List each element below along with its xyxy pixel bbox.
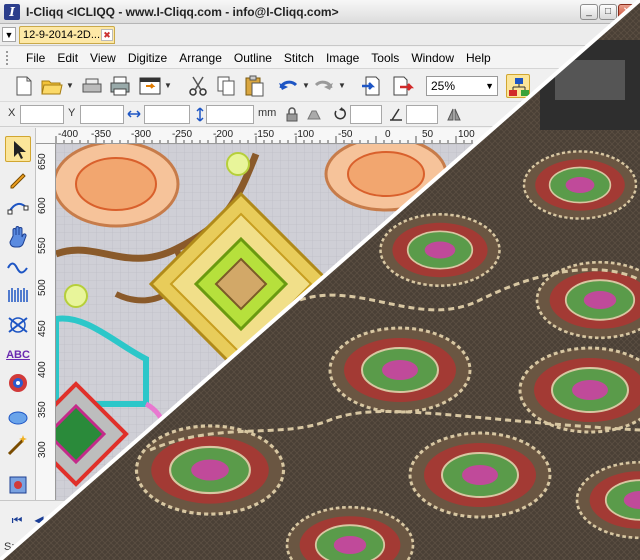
width-field[interactable] bbox=[144, 105, 190, 124]
ruler-v-label: 550 bbox=[37, 237, 48, 254]
undo-icon[interactable] bbox=[276, 74, 300, 98]
ruler-v-label: 300 bbox=[37, 441, 48, 458]
undo-dropdown-icon[interactable]: ▼ bbox=[302, 82, 310, 90]
tool-palette: ABC bbox=[0, 128, 36, 560]
stitch-order-icon[interactable] bbox=[506, 74, 530, 98]
x-label: X bbox=[8, 107, 16, 119]
vertical-ruler: 650 600 550 500 450 400 350 300 bbox=[36, 144, 56, 500]
ruler-h-label: -150 bbox=[254, 129, 275, 140]
ruler-h-label: -300 bbox=[131, 129, 152, 140]
ruler-v-label: 450 bbox=[37, 320, 48, 337]
window-title: I-Cliqq <ICLIQQ - www.I-Cliqq.com - info… bbox=[26, 5, 339, 19]
copy-icon[interactable] bbox=[214, 74, 238, 98]
chevron-down-icon: ▼ bbox=[485, 81, 494, 91]
menu-grip-icon[interactable] bbox=[6, 51, 10, 65]
y-label: Y bbox=[68, 107, 76, 119]
document-tab[interactable]: 12-9-2014-2D... ✖ bbox=[19, 26, 115, 44]
import-icon[interactable] bbox=[360, 74, 384, 98]
ruler-h-label: -50 bbox=[338, 129, 353, 140]
minimize-button[interactable]: _ bbox=[580, 4, 598, 20]
ruler-v-label: 600 bbox=[37, 197, 48, 214]
menu-image[interactable]: Image bbox=[320, 47, 365, 69]
reshape-pen-icon[interactable] bbox=[5, 166, 31, 192]
document-tab-bar: ▼ 12-9-2014-2D... ✖ bbox=[0, 24, 640, 46]
app-logo-icon: I bbox=[4, 4, 20, 20]
title-bar: I I-Cliqq <ICLIQQ - www.I-Cliqq.com - in… bbox=[0, 0, 640, 24]
ruler-h-label: -200 bbox=[213, 129, 234, 140]
y-position-field[interactable] bbox=[80, 105, 124, 124]
ruler-h-label: 50 bbox=[422, 129, 434, 140]
ruler-v-label: 400 bbox=[37, 361, 48, 378]
running-stitch-icon[interactable] bbox=[5, 254, 31, 280]
menu-tools[interactable]: Tools bbox=[365, 47, 405, 69]
ruler-h-label: -400 bbox=[58, 129, 79, 140]
slant-icon[interactable] bbox=[388, 106, 404, 123]
lock-proportions-icon[interactable] bbox=[284, 106, 300, 123]
magic-wand-icon[interactable] bbox=[5, 432, 31, 458]
sequin-icon[interactable] bbox=[5, 472, 31, 498]
lettering-icon[interactable]: ABC bbox=[5, 342, 31, 368]
new-document-icon[interactable] bbox=[12, 74, 36, 98]
first-page-icon[interactable]: ⏮ bbox=[8, 511, 26, 529]
menu-window[interactable]: Window bbox=[405, 47, 460, 69]
zoom-value: 25% bbox=[431, 79, 456, 93]
hand-pan-icon[interactable] bbox=[5, 224, 31, 250]
height-field[interactable] bbox=[206, 105, 254, 124]
maximize-button[interactable]: □ bbox=[599, 4, 617, 20]
redo-dropdown-icon[interactable]: ▼ bbox=[338, 82, 346, 90]
export-dropdown-icon[interactable]: ▼ bbox=[164, 82, 172, 90]
cut-icon[interactable] bbox=[186, 74, 210, 98]
ruler-h-label: 100 bbox=[458, 129, 475, 140]
node-edit-icon[interactable] bbox=[5, 194, 31, 220]
menu-bar: File Edit View Digitize Arrange Outline … bbox=[0, 47, 640, 69]
document-list-button[interactable]: ▼ bbox=[2, 27, 16, 42]
ruler-h-label: -350 bbox=[91, 129, 112, 140]
export-red-icon[interactable] bbox=[390, 74, 415, 98]
flip-horizontal-icon[interactable] bbox=[446, 106, 462, 123]
redo-icon[interactable] bbox=[312, 74, 336, 98]
menu-stitch[interactable]: Stitch bbox=[278, 47, 320, 69]
mirror-icon[interactable] bbox=[306, 106, 322, 123]
open-dropdown-icon[interactable]: ▼ bbox=[66, 82, 74, 90]
menu-arrange[interactable]: Arrange bbox=[173, 47, 228, 69]
export-icon[interactable] bbox=[138, 74, 162, 98]
satin-column-icon[interactable] bbox=[5, 282, 31, 308]
applique-icon[interactable] bbox=[5, 404, 31, 430]
unit-label: mm bbox=[258, 107, 277, 119]
menu-file[interactable]: File bbox=[20, 47, 51, 69]
open-folder-icon[interactable] bbox=[40, 74, 64, 98]
ruler-v-label: 500 bbox=[37, 279, 48, 296]
ruler-h-label: 0 bbox=[385, 129, 391, 140]
menu-edit[interactable]: Edit bbox=[51, 47, 84, 69]
paste-icon[interactable] bbox=[242, 74, 266, 98]
rotate-icon[interactable] bbox=[332, 106, 348, 123]
width-icon bbox=[126, 106, 142, 123]
menu-outline[interactable]: Outline bbox=[228, 47, 278, 69]
ruler-v-label: 350 bbox=[37, 401, 48, 418]
zoom-select[interactable]: 25% ▼ bbox=[426, 76, 498, 96]
document-tab-close-button[interactable]: ✖ bbox=[101, 29, 113, 41]
slant-angle-field[interactable] bbox=[406, 105, 438, 124]
document-tab-label: 12-9-2014-2D... bbox=[23, 29, 101, 41]
menu-digitize[interactable]: Digitize bbox=[122, 47, 173, 69]
scanner-icon[interactable] bbox=[80, 74, 104, 98]
x-position-field[interactable] bbox=[20, 105, 64, 124]
menu-view[interactable]: View bbox=[84, 47, 122, 69]
ruler-h-label: -100 bbox=[294, 129, 315, 140]
motif-icon[interactable] bbox=[5, 370, 31, 396]
pointer-icon[interactable] bbox=[5, 136, 31, 162]
print-icon[interactable] bbox=[108, 74, 132, 98]
fill-stitch-icon[interactable] bbox=[5, 312, 31, 338]
menu-help[interactable]: Help bbox=[460, 47, 497, 69]
ruler-h-label: -250 bbox=[172, 129, 193, 140]
ruler-v-label: 650 bbox=[37, 153, 48, 170]
rotate-angle-field[interactable] bbox=[350, 105, 382, 124]
